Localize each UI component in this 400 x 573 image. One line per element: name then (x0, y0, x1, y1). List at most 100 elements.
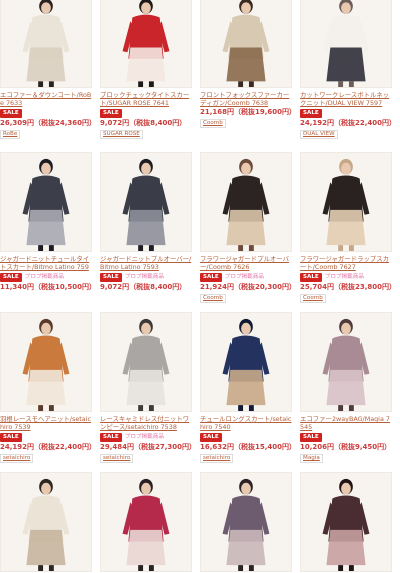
product-card[interactable]: ジャガードニットプルオーバー/Bitmo Latino 7593 SALE プロプ掲… (100, 152, 192, 292)
product-price: 21,924円（税抜20,300円） (200, 283, 297, 291)
product-image[interactable] (0, 312, 92, 412)
badge-row: SALE (300, 108, 392, 118)
sale-badge: SALE (0, 432, 22, 442)
product-price: 11,340円（税抜10,500円） (0, 283, 97, 291)
product-name-link[interactable]: レースキャミドレス付ニットワンピース/setaichiro 7538 (100, 415, 192, 431)
sale-badge: SALE (0, 108, 22, 118)
product-image[interactable] (300, 472, 392, 572)
model-figure-icon (201, 473, 291, 571)
model-figure-icon (301, 153, 391, 251)
product-price: 10,206円（税抜9,450円） (300, 443, 392, 451)
brand-link[interactable]: Coomb (200, 119, 226, 128)
product-price: 25,704円（税抜23,800円） (300, 283, 397, 291)
product-image[interactable] (300, 0, 392, 88)
badge-row: SALE プロプ掲載商品 (100, 432, 192, 442)
product-name-link[interactable]: フロントフォックスファーカーディガン/Coomb 7638 (200, 91, 292, 107)
product-price: 21,168円（税抜19,600円） (200, 108, 297, 116)
brand-link[interactable]: setaichiro (0, 454, 34, 463)
product-price: 9,072円（税抜8,400円） (100, 119, 187, 127)
product-image[interactable] (0, 152, 92, 252)
product-image[interactable] (300, 152, 392, 252)
campaign-label: プロプ掲載商品 (224, 273, 264, 280)
product-name-link[interactable]: 羽根レースモヘアニット/setaichiro 7539 (0, 415, 92, 431)
campaign-label: プロプ掲載商品 (324, 273, 364, 280)
model-figure-icon (1, 153, 91, 251)
brand-link[interactable]: setaichiro (100, 454, 134, 463)
product-card[interactable]: エコファー＆ダウンコート/RoBe 7633 SALE 26,309円（税抜24,3… (0, 0, 97, 139)
model-figure-icon (301, 0, 391, 87)
model-figure-icon (1, 473, 91, 571)
product-card[interactable]: ラクーンロングカーディガン (100, 472, 192, 573)
product-image[interactable] (100, 312, 192, 412)
product-image[interactable] (200, 152, 292, 252)
product-card[interactable]: コーデュロイセミワイドパンツ (0, 472, 92, 573)
product-image[interactable] (100, 0, 192, 88)
product-name-link[interactable]: エコファー＆ダウンコート/RoBe 7633 (0, 91, 92, 107)
badge-row: SALE (300, 432, 392, 442)
sale-badge: SALE (0, 272, 22, 282)
brand-link[interactable]: RoBe (0, 130, 21, 139)
product-card[interactable]: ツィードワンピース/DUAL (200, 472, 292, 573)
product-image[interactable] (0, 472, 92, 572)
product-card[interactable]: 羽根レースモヘアニット/setaichiro 7539 SALE 24,192円（税… (0, 312, 97, 463)
campaign-label: プロプ掲載商品 (124, 273, 164, 280)
product-name-link[interactable]: ジャガードニットプルオーバー/Bitmo Latino 7593 (100, 255, 192, 271)
product-price: 26,309円（税抜24,360円） (0, 119, 97, 127)
model-figure-icon (1, 0, 91, 87)
sale-badge: SALE (200, 432, 222, 442)
product-card[interactable]: チュールロングスカート/setaichiro 7540 SALE 16,632円（税… (200, 312, 297, 463)
product-name-link[interactable]: フラワージャガードプルオーバー/Coomb 7626 (200, 255, 292, 271)
product-name-link[interactable]: チュールロングスカート/setaichiro 7540 (200, 415, 292, 431)
model-figure-icon (101, 313, 191, 411)
product-name-link[interactable]: エコファー2wayBAG/Magia 7545 (300, 415, 392, 431)
product-price: 9,072円（税抜8,400円） (100, 283, 187, 291)
product-image[interactable] (200, 0, 292, 88)
product-image[interactable] (100, 472, 192, 572)
brand-link[interactable]: setaichiro (200, 454, 234, 463)
badge-row: SALE (0, 108, 92, 118)
model-figure-icon (301, 473, 391, 571)
product-image[interactable] (100, 152, 192, 252)
product-card[interactable]: エコファー2wayBAG/Magia 7545 SALE 10,206円（税抜9,4… (300, 312, 392, 463)
brand-link[interactable]: Coomb (200, 294, 226, 303)
product-card[interactable]: リバティープリント2wayワンピース (300, 472, 392, 573)
product-card[interactable]: フラワージャガードラップスカート/Coomb 7627 SALE プロプ掲載商品 25… (300, 152, 397, 303)
badge-row: SALE (100, 108, 192, 118)
product-price: 16,632円（税抜15,400円） (200, 443, 297, 451)
model-figure-icon (301, 313, 391, 411)
model-figure-icon (101, 473, 191, 571)
product-card[interactable]: フラワージャガードプルオーバー/Coomb 7626 SALE プロプ掲載商品 21,… (200, 152, 297, 303)
product-name-link[interactable]: フラワージャガードラップスカート/Coomb 7627 (300, 255, 392, 271)
badge-row: SALE プロプ掲載商品 (300, 272, 392, 282)
sale-badge: SALE (100, 432, 122, 442)
product-image[interactable] (0, 0, 92, 88)
product-name-link[interactable]: ブロックチェックタイトスカート/SUGAR ROSE 7641 (100, 91, 192, 107)
sale-badge: SALE (100, 272, 122, 282)
brand-link[interactable]: Magia (300, 454, 323, 463)
product-card[interactable]: ブロックチェックタイトスカート/SUGAR ROSE 7641 SALE 9,072… (100, 0, 192, 139)
sale-badge: SALE (300, 432, 322, 442)
product-card[interactable]: カットワークレースボトルネックニット/DUAL VIEW 7597 SALE 24,… (300, 0, 396, 139)
model-figure-icon (201, 313, 291, 411)
badge-row: SALE プロプ掲載商品 (100, 272, 192, 282)
model-figure-icon (101, 153, 191, 251)
product-price: 24,192円（税抜22,400円） (0, 443, 97, 451)
product-card[interactable]: ジャガードニットチュールタイトスカート/Bitmo Latino 7594SAL… (0, 152, 97, 292)
product-name-link[interactable]: ジャガードニットチュールタイトスカート/Bitmo Latino 7594 (0, 255, 92, 271)
sale-badge: SALE (100, 108, 122, 118)
product-price: 29,484円（税抜27,300円） (100, 443, 197, 451)
product-name-link[interactable]: カットワークレースボトルネックニット/DUAL VIEW 7597 (300, 91, 392, 107)
product-card[interactable]: レースキャミドレス付ニットワンピース/setaichiro 7538 SALE プロ… (100, 312, 197, 463)
product-image[interactable] (200, 472, 292, 572)
brand-link[interactable]: Coomb (300, 294, 326, 303)
model-figure-icon (101, 0, 191, 87)
campaign-label: プロプ掲載商品 (124, 433, 164, 440)
badge-row: SALE (0, 432, 92, 442)
product-image[interactable] (200, 312, 292, 412)
sale-badge: SALE (200, 272, 222, 282)
badge-row: SALE (200, 432, 292, 442)
product-card[interactable]: フロントフォックスファーカーディガン/Coomb 7638 21,168円（税抜1… (200, 0, 297, 128)
product-image[interactable] (300, 312, 392, 412)
brand-link[interactable]: DUAL VIEW (300, 130, 338, 139)
brand-link[interactable]: SUGAR ROSE (100, 130, 143, 139)
